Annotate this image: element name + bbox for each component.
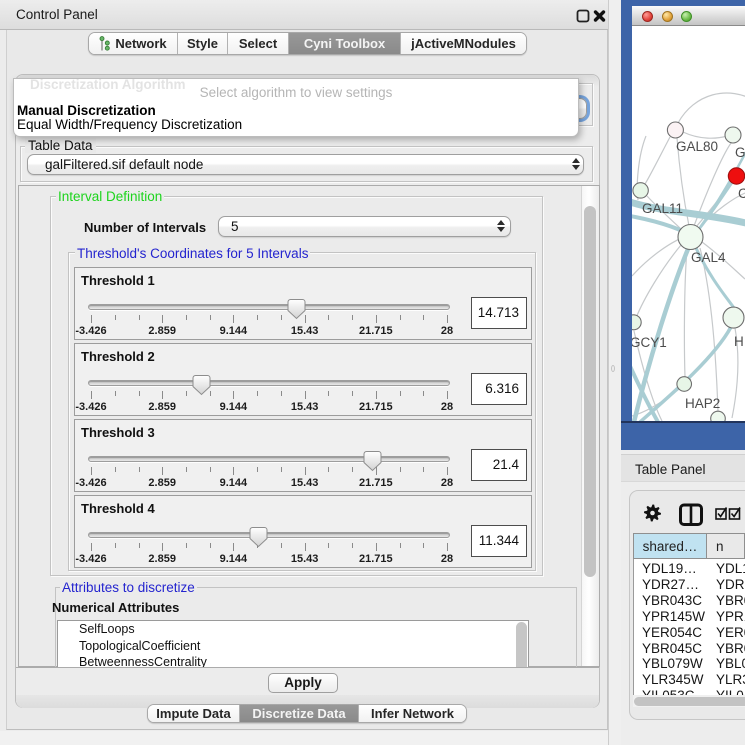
svg-text:GCY1: GCY1 bbox=[632, 335, 667, 350]
svg-text:GAL11: GAL11 bbox=[642, 201, 683, 216]
svg-text:GAL80: GAL80 bbox=[676, 139, 718, 154]
svg-text:HAP2: HAP2 bbox=[685, 396, 720, 411]
svg-text:H: H bbox=[734, 334, 744, 349]
svg-text:C: C bbox=[738, 186, 745, 201]
svg-text:GAL4: GAL4 bbox=[691, 250, 726, 265]
svg-text:GA: GA bbox=[735, 145, 745, 160]
